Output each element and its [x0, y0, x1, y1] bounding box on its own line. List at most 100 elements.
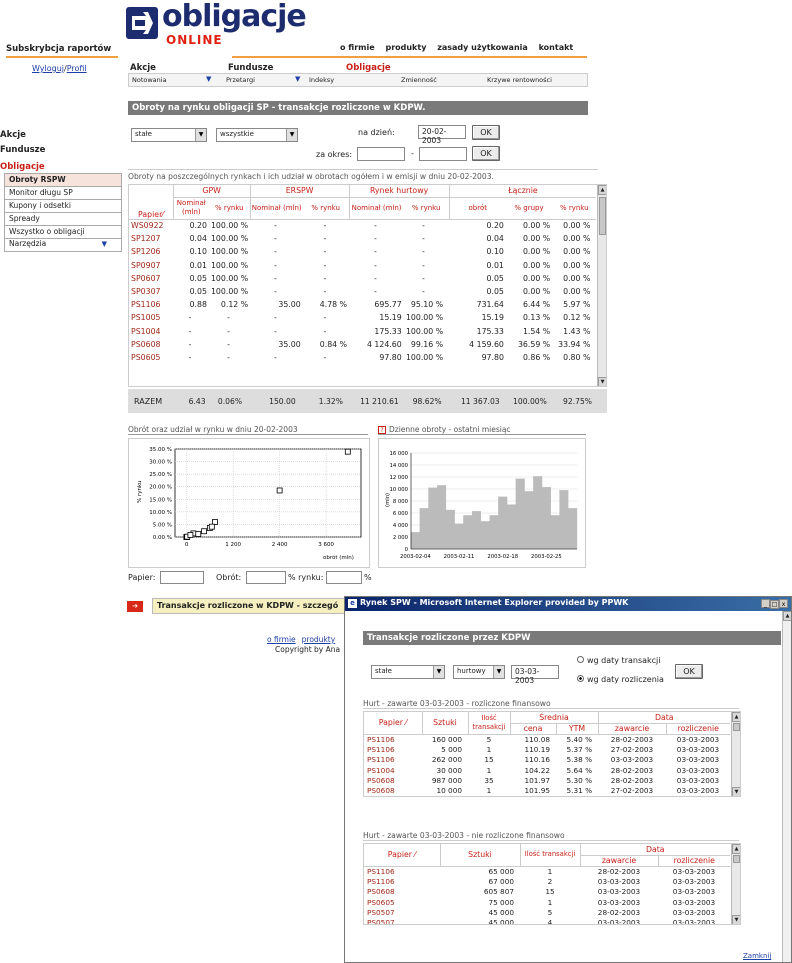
- paper-link[interactable]: PS1005: [129, 311, 173, 324]
- menu-krzywe[interactable]: Krzywe rentowności: [487, 76, 552, 84]
- profile-link[interactable]: Profil: [67, 64, 87, 73]
- sidebar-section-akcje[interactable]: Akcje: [0, 130, 26, 140]
- menu-zmiennosc[interactable]: Zmienność: [401, 76, 437, 84]
- paper-link[interactable]: PS0507: [364, 907, 440, 917]
- subheader-2[interactable]: Nominał (mln): [250, 197, 303, 220]
- t1-header-ytm[interactable]: YTM: [556, 723, 599, 735]
- period-to-input[interactable]: [419, 147, 467, 161]
- scroll-up-icon[interactable]: ▲: [732, 712, 740, 722]
- subheader-5[interactable]: % rynku: [403, 197, 450, 220]
- footer-o-firmie[interactable]: o firmie: [267, 635, 296, 644]
- t1-header-qty[interactable]: Sztuki: [422, 712, 469, 735]
- maximize-icon[interactable]: □: [770, 600, 779, 609]
- popup-type-select[interactable]: stałe ▼: [371, 665, 445, 679]
- paper-link[interactable]: SP1206: [129, 245, 173, 258]
- popup-scrollbar[interactable]: ▲: [782, 611, 791, 962]
- arrow-right-icon[interactable]: ➔: [127, 601, 143, 612]
- scroll-down-icon[interactable]: ▼: [732, 915, 740, 924]
- paper-link[interactable]: WS0922: [129, 219, 173, 232]
- subheader-8[interactable]: % rynku: [552, 197, 597, 220]
- kdpw-details-link[interactable]: Transakcje rozliczone w KDPW - szczegó: [152, 598, 352, 614]
- subheader-0[interactable]: Nominał (mln): [173, 197, 209, 220]
- sidebar-item-spready[interactable]: Spready: [4, 213, 122, 226]
- topnav-zasady[interactable]: zasady użytkowania: [437, 43, 528, 52]
- scroll-thumb[interactable]: [733, 723, 740, 731]
- close-link[interactable]: Zamknij: [743, 952, 771, 960]
- paper-link[interactable]: PS1106: [129, 298, 173, 311]
- t1-header-paper[interactable]: Papier ⁄: [364, 712, 423, 735]
- scroll-down-icon[interactable]: ▼: [598, 377, 606, 386]
- paper-link[interactable]: SP0307: [129, 285, 173, 298]
- t1-header-concluded[interactable]: zawarcie: [598, 723, 667, 735]
- scroll-up-icon[interactable]: ▲: [598, 185, 606, 195]
- logout-link[interactable]: Wyloguj: [32, 64, 64, 73]
- paper-link[interactable]: PS0608: [364, 887, 440, 897]
- header-paper[interactable]: Papier⁄: [129, 185, 174, 220]
- ok-button-period[interactable]: OK: [472, 146, 500, 161]
- popup-market-select[interactable]: hurtowy ▼: [453, 665, 505, 679]
- chevron-down-icon[interactable]: ▼: [206, 75, 211, 83]
- t1-scrollbar[interactable]: ▲ ▼: [731, 712, 740, 796]
- date-input[interactable]: 20-02-2003: [418, 125, 466, 145]
- popup-titlebar[interactable]: e Rynek SPW - Microsoft Internet Explorer…: [345, 597, 791, 611]
- paper-input[interactable]: [160, 571, 204, 584]
- paper-link[interactable]: PS1004: [364, 765, 422, 775]
- scroll-thumb[interactable]: [599, 197, 606, 235]
- paper-link[interactable]: PS1106: [364, 866, 440, 876]
- minimize-icon[interactable]: _: [761, 599, 770, 608]
- t2-header-qty[interactable]: Sztuki: [440, 844, 521, 867]
- paper-link[interactable]: PS0605: [129, 351, 173, 364]
- t2-header-settled[interactable]: rozliczenie: [658, 855, 730, 867]
- paper-link[interactable]: SP0607: [129, 272, 173, 285]
- topnav-kontakt[interactable]: kontakt: [539, 43, 574, 52]
- sidebar-item-narzedzia[interactable]: Narzędzia ▼: [4, 239, 122, 252]
- paper-link[interactable]: PS1004: [129, 325, 173, 338]
- t1-header-count[interactable]: Ilość transakcji: [468, 712, 511, 735]
- radio-settlement-date[interactable]: wg daty rozliczenia: [577, 675, 664, 684]
- scroll-up-icon[interactable]: ▲: [732, 844, 740, 854]
- sidebar-item-monitor[interactable]: Monitor długu SP: [4, 187, 122, 200]
- paper-link[interactable]: PS0608: [364, 775, 422, 785]
- paper-link[interactable]: PS1106: [364, 755, 422, 765]
- logo[interactable]: obligacje ONLINE: [126, 0, 326, 50]
- t2-header-paper[interactable]: Papier ⁄: [364, 844, 441, 867]
- paper-link[interactable]: PS0608: [129, 338, 173, 351]
- subscription-link[interactable]: Subskrybcja raportów: [6, 44, 111, 54]
- sidebar-section-obligacje[interactable]: Obligacje: [0, 162, 45, 172]
- close-icon[interactable]: x: [779, 599, 788, 608]
- menu-title-akcje[interactable]: Akcje: [130, 63, 156, 73]
- popup-ok-button[interactable]: OK: [675, 664, 703, 679]
- paper-link[interactable]: PS1106: [364, 744, 422, 754]
- paper-link[interactable]: SP1207: [129, 232, 173, 245]
- share-input[interactable]: [326, 571, 362, 584]
- menu-notowania[interactable]: Notowania: [132, 76, 167, 84]
- popup-date-input[interactable]: 03-03-2003: [511, 665, 559, 685]
- t2-scrollbar[interactable]: ▲ ▼: [731, 844, 740, 924]
- subheader-1[interactable]: % rynku: [208, 197, 251, 220]
- paper-link[interactable]: PS1106: [364, 876, 440, 886]
- paper-link[interactable]: PS0608: [364, 785, 422, 795]
- t2-header-count[interactable]: Ilość transakcji: [520, 844, 581, 867]
- table-scrollbar[interactable]: ▲ ▼: [597, 185, 606, 386]
- footer-produkty[interactable]: produkty: [302, 635, 336, 644]
- subheader-6[interactable]: obrót: [449, 197, 506, 220]
- info-icon[interactable]: ?: [378, 426, 386, 434]
- turnover-input[interactable]: [246, 571, 286, 584]
- paper-link[interactable]: SP0907: [129, 259, 173, 272]
- period-from-input[interactable]: [357, 147, 405, 161]
- radio-transaction-date[interactable]: wg daty transakcji: [577, 656, 661, 665]
- topnav-produkty[interactable]: produkty: [385, 43, 426, 52]
- subheader-7[interactable]: % grupy: [505, 197, 553, 220]
- subheader-4[interactable]: Nominał (mln): [349, 197, 404, 220]
- menu-title-obligacje[interactable]: Obligacje: [346, 63, 391, 73]
- menu-przetargi[interactable]: Przetargi: [226, 76, 255, 84]
- subheader-3[interactable]: % rynku: [302, 197, 350, 220]
- t1-header-price[interactable]: cena: [510, 723, 557, 735]
- topnav-o-firmie[interactable]: o firmie: [340, 43, 375, 52]
- scroll-up-icon[interactable]: ▲: [783, 611, 791, 621]
- t2-header-concluded[interactable]: zawarcie: [580, 855, 659, 867]
- t1-header-settled[interactable]: rozliczenie: [666, 723, 730, 735]
- menu-indeksy[interactable]: Indeksy: [309, 76, 334, 84]
- sidebar-item-kupony[interactable]: Kupony i odsetki: [4, 200, 122, 213]
- market-select[interactable]: wszystkie ▼: [216, 128, 298, 142]
